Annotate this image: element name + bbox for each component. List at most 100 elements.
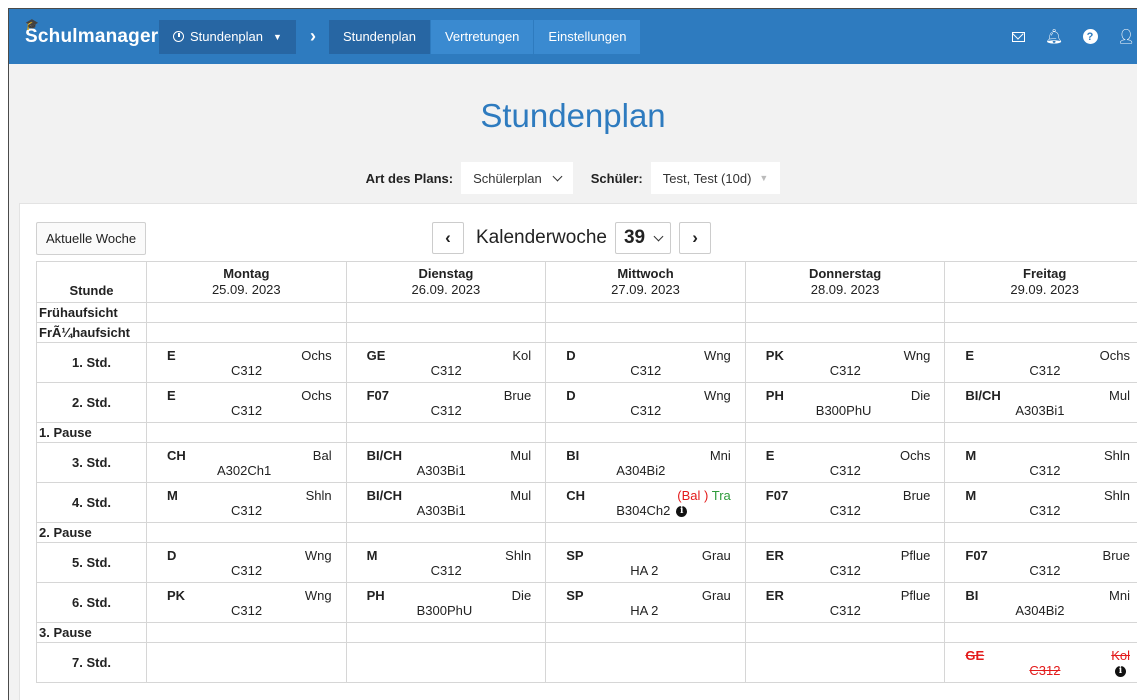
tab-einstellungen[interactable]: Einstellungen [533,19,641,54]
week-number-select[interactable]: 39 [614,222,672,254]
subject: E [765,448,775,463]
subject: PH [765,388,784,403]
lesson-cell[interactable]: M C312 Shln [345,542,547,583]
empty-cell [944,522,1137,543]
teacher: Shln [1103,448,1130,463]
subject: D [566,388,576,403]
module-dropdown[interactable]: Stundenplan ▼ [159,19,296,54]
lesson-cell[interactable]: BI/CH A303Bi1 Mul [345,482,547,523]
lesson-cell[interactable]: GE C312 Kol [345,342,547,383]
row-label: 4. Std. [36,482,147,523]
student-select[interactable]: Test, Test (10d) ▼ [650,162,781,194]
tab-vertretungen[interactable]: Vertretungen [429,19,534,54]
lesson-cell[interactable]: PK C312 Wng [744,342,946,383]
lesson-cell[interactable]: CH B304Ch2 (Bal ) Tra i [545,482,746,523]
previous-week-button[interactable]: ‹ [432,222,464,254]
lesson-cell[interactable]: BI A304Bi2 Mni [545,442,746,483]
lesson-cell[interactable]: CH A302Ch1 Bal [146,442,347,483]
plan-type-select[interactable]: Schülerplan [461,162,573,194]
lesson-cell[interactable]: D C312 Wng [146,542,347,583]
empty-cell [944,302,1137,323]
subject: ER [765,548,784,563]
teacher: Mni [1109,588,1130,603]
lesson-cell[interactable]: PH B300PhU Die [744,382,946,423]
room: A304Bi2 [1015,603,1065,618]
table-row: 6. Std. PK C312 Wng PH B300PhU Die SP HA 2 Grau ER… [36,582,1137,623]
week-label: Kalenderwoche [476,227,607,248]
room: A303Bi1 [1015,403,1065,418]
room: C312 [829,363,861,378]
day-name: Montag [223,266,270,281]
user-icon[interactable]: 👤︎ [1111,22,1137,52]
room: A303Bi1 [416,503,466,518]
row-label: FrÃ¼haufsicht [36,322,147,343]
row-label: 5. Std. [36,542,147,583]
subject: BI/CH [965,388,1001,403]
teacher: Wng [304,588,332,603]
envelope-icon[interactable] [1003,22,1033,52]
subject: M [965,448,977,463]
teacher: Grau [701,588,731,603]
lesson-cell[interactable]: SP HA 2 Grau [545,542,746,583]
current-week-button[interactable]: Aktuelle Woche [36,222,147,255]
next-week-button[interactable]: › [679,222,712,254]
lesson-cell[interactable]: GE C312 Kol i [944,642,1137,683]
timetable-card: Aktuelle Woche ‹ Kalenderwoche 39 › Stun… [19,203,1137,700]
lesson-cell[interactable]: E C312 Ochs [744,442,946,483]
brand-logo[interactable]: 🎓 Schulmanager [25,19,158,48]
teacher: Mul [510,448,532,463]
column-header-day: Dienstag 26.09. 2023 [345,261,547,303]
caret-down-icon: ▼ [759,173,769,183]
room: C312 [1029,503,1061,518]
lesson-cell[interactable]: BI/CH A303Bi1 Mul [345,442,547,483]
teacher: Kol [512,348,532,363]
lesson-cell[interactable]: F07 C312 Brue [944,542,1137,583]
lesson-cell[interactable]: ER C312 Pflue [744,582,946,623]
lesson-cell[interactable]: E C312 Ochs [146,382,347,423]
lesson-cell[interactable]: F07 C312 Brue [744,482,946,523]
day-name: Freitag [1023,266,1067,281]
table-row: 2. Std. E C312 Ochs F07 C312 Brue D C312 Wng PH B30… [36,382,1137,423]
empty-cell [146,622,347,643]
empty-cell [345,302,547,323]
room: B300PhU [815,403,872,418]
day-date: 27.09. 2023 [611,282,680,297]
day-date: 28.09. 2023 [810,282,880,297]
timetable-header: Stunde Montag 25.09. 2023 Dienstag 26.09. 2… [36,261,1137,303]
brand-name: Schulmanager [25,25,159,47]
empty-cell [744,422,946,443]
bell-icon[interactable]: 🔔︎ [1039,22,1069,52]
subject: BI/CH [366,448,402,463]
subject: D [167,548,177,563]
info-icon[interactable]: i [1115,666,1126,677]
info-icon[interactable]: i [676,506,688,517]
app-window: 🎓 Schulmanager Stundenplan ▼ › Stundenpl… [8,8,1137,700]
lesson-cell[interactable]: BI/CH A303Bi1 Mul [944,382,1137,423]
lesson-cell[interactable]: BI A304Bi2 Mni [944,582,1137,623]
lesson-cell[interactable]: F07 C312 Brue [345,382,547,423]
lesson-cell[interactable]: SP HA 2 Grau [545,582,746,623]
teacher: Shln [1103,488,1130,503]
lesson-cell[interactable]: PK C312 Wng [146,582,347,623]
lesson-cell[interactable]: E C312 Ochs [944,342,1137,383]
teacher: Pflue [900,588,931,603]
lesson-cell[interactable]: M C312 Shln [944,482,1137,523]
help-icon[interactable]: ? [1075,22,1105,52]
tab-stundenplan[interactable]: Stundenplan [327,19,430,54]
column-header-day: Donnerstag 28.09. 2023 [744,261,946,303]
room: A303Bi1 [416,463,466,478]
room: C312 [231,603,263,618]
lesson-cell[interactable]: D C312 Wng [545,342,746,383]
row-label: 1. Pause [36,422,147,443]
lesson-cell[interactable]: D C312 Wng [545,382,746,423]
lesson-cell[interactable]: M C312 Shln [146,482,347,523]
empty-cell [944,622,1137,643]
lesson-cell[interactable]: M C312 Shln [944,442,1137,483]
room: C312 [231,563,263,578]
lesson-cell[interactable]: ER C312 Pflue [744,542,946,583]
teacher: Grau [701,548,731,563]
lesson-cell[interactable]: E C312 Ochs [146,342,347,383]
table-row: 1. Std. E C312 Ochs GE C312 Kol D C312 Wng PK C312 W… [36,342,1137,383]
room: C312 [231,403,263,418]
lesson-cell[interactable]: PH B300PhU Die [345,582,547,623]
